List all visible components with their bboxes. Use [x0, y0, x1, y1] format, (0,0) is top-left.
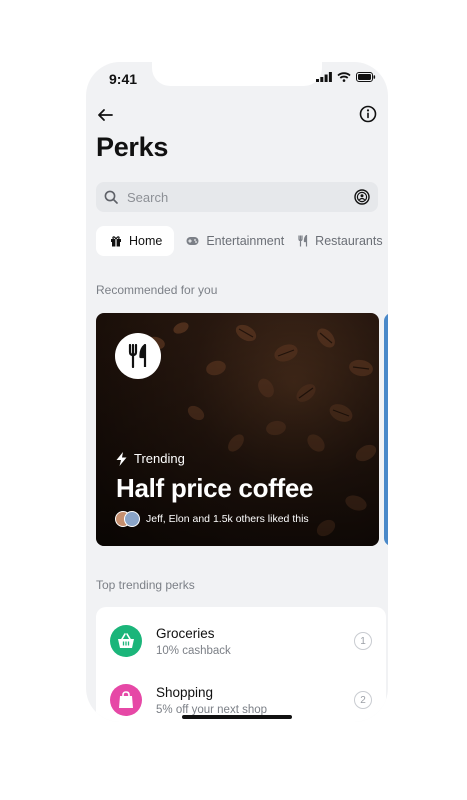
category-tabs: Home Entertainment Restaurants — [96, 226, 388, 256]
trending-label: Trending — [134, 451, 185, 466]
battery-icon — [356, 72, 376, 82]
tab-home[interactable]: Home — [96, 226, 175, 256]
fork-knife-icon — [298, 235, 308, 247]
home-indicator[interactable] — [182, 715, 292, 719]
top-trending-section-label: Top trending perks — [96, 578, 195, 592]
rank-badge: 1 — [354, 632, 372, 650]
recommended-section-label: Recommended for you — [96, 283, 218, 297]
notch — [152, 62, 322, 86]
status-time: 9:41 — [109, 71, 138, 87]
likes-text: Jeff, Elon and 1.5k others liked this — [146, 513, 309, 525]
phone-screen: 9:41 Perks Search Home Entertainment Res… — [86, 62, 388, 722]
restaurant-badge — [115, 333, 161, 379]
liker-avatars — [115, 511, 141, 527]
perk-title: Shopping — [156, 684, 214, 700]
tab-restaurants-label: Restaurants — [315, 234, 383, 248]
recommended-card[interactable]: Trending Half price coffee Jeff, Elon an… — [96, 313, 379, 546]
tab-entertainment-label: Entertainment — [206, 234, 285, 248]
list-item-shopping[interactable]: Shopping 5% off your next shop 2 — [110, 684, 372, 716]
likes-row: Jeff, Elon and 1.5k others liked this — [115, 511, 309, 527]
wifi-icon — [337, 72, 351, 82]
card-title: Half price coffee — [116, 473, 314, 503]
list-item-groceries[interactable]: Groceries 10% cashback 1 — [110, 625, 372, 657]
info-icon[interactable] — [359, 105, 377, 123]
trending-tag: Trending — [116, 451, 185, 466]
status-icons — [316, 72, 376, 82]
next-card-peek[interactable] — [384, 313, 388, 546]
search-bar[interactable] — [96, 182, 378, 212]
tab-entertainment[interactable]: Entertainment — [186, 226, 284, 256]
rank-badge: 2 — [354, 691, 372, 709]
search-input[interactable] — [125, 182, 354, 212]
fork-knife-icon — [128, 344, 147, 368]
perk-subtitle: 5% off your next shop — [156, 703, 268, 716]
gamepad-icon — [186, 237, 199, 245]
avatar — [124, 511, 140, 527]
profile-icon[interactable] — [354, 189, 370, 205]
signal-icon — [316, 72, 332, 82]
gift-icon — [111, 236, 121, 247]
shopping-bag-icon — [110, 684, 142, 716]
perk-title: Groceries — [156, 625, 215, 641]
perk-subtitle: 10% cashback — [156, 644, 231, 657]
basket-icon — [110, 625, 142, 657]
page-title: Perks — [96, 132, 169, 162]
back-arrow-icon[interactable] — [96, 106, 114, 124]
tab-home-label: Home — [129, 234, 163, 248]
search-icon — [104, 190, 118, 204]
lightning-icon — [116, 451, 127, 466]
top-trending-list: Groceries 10% cashback 1 Shopping 5% off… — [96, 607, 386, 722]
tab-restaurants[interactable]: Restaurants — [298, 226, 383, 256]
